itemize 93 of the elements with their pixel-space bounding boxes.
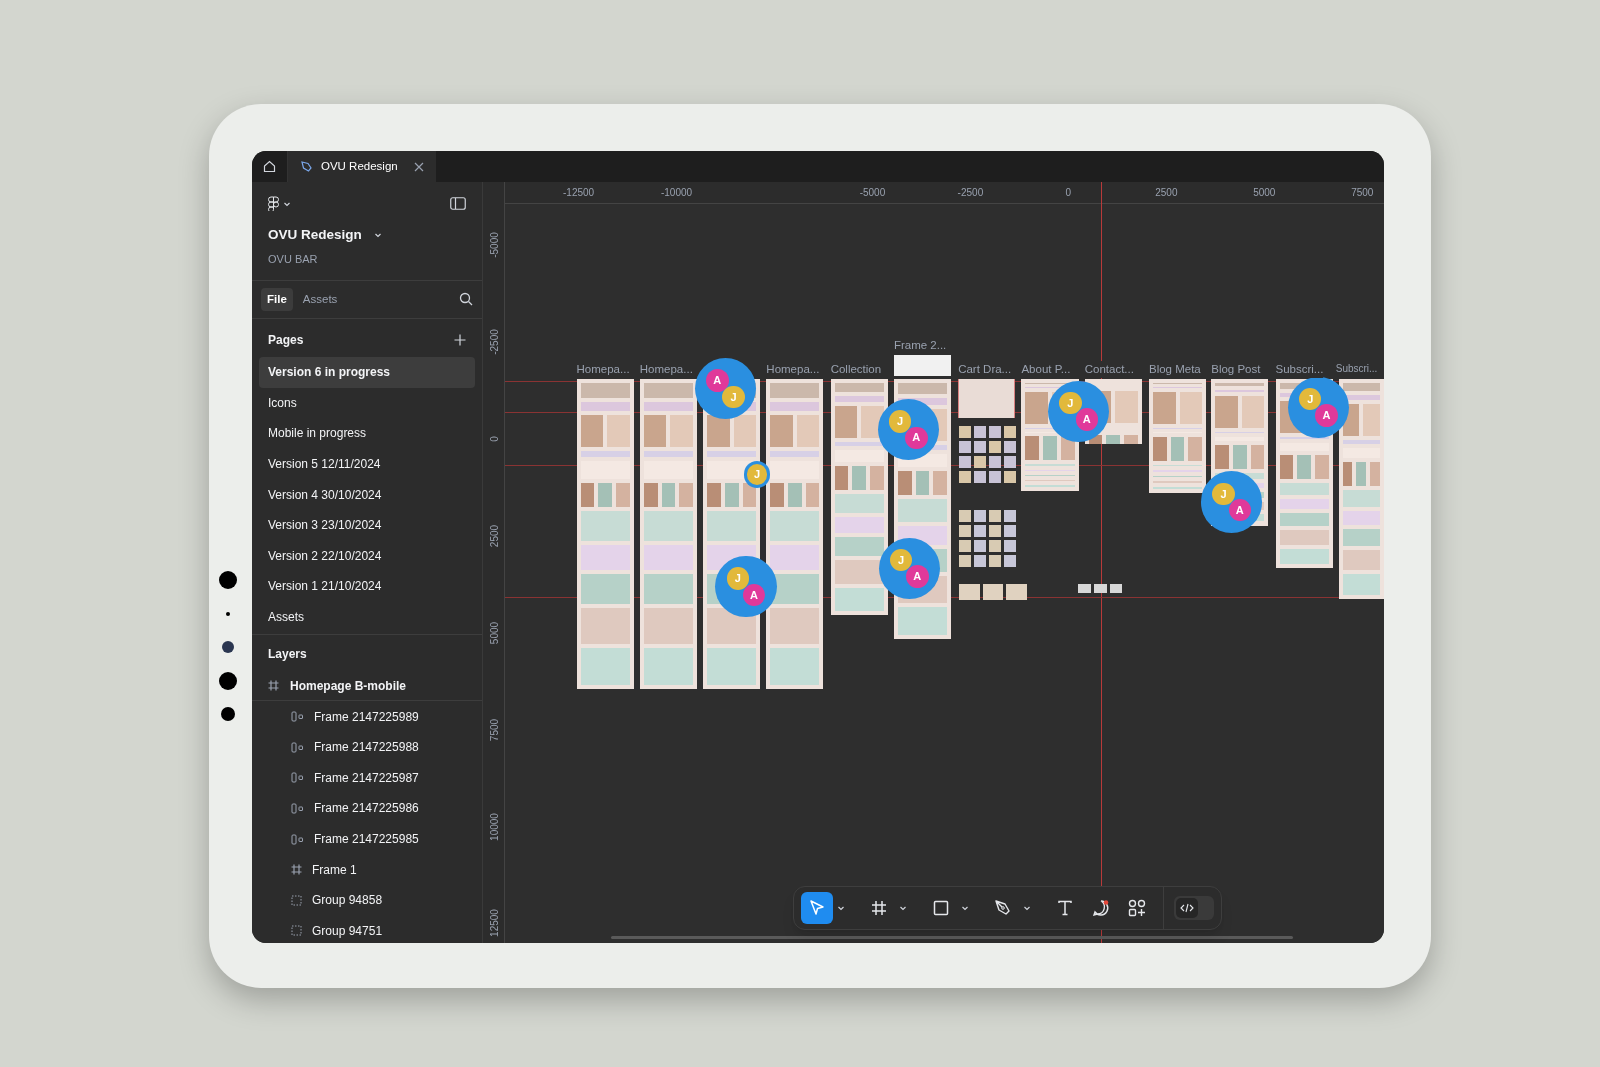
page-item[interactable]: Version 3 23/10/2024 xyxy=(259,509,475,541)
auto-layout-icon xyxy=(291,772,304,784)
page-item[interactable]: Mobile in progress xyxy=(259,418,475,449)
avatar-badge: J xyxy=(726,567,749,590)
avatar-badge: A xyxy=(905,426,928,449)
layer-item[interactable]: Frame 2147225989 xyxy=(252,701,482,732)
auto-layout-icon xyxy=(291,741,304,753)
search-icon[interactable] xyxy=(459,292,473,307)
sidebar-toggle-icon[interactable] xyxy=(450,197,466,210)
cursor-arrow-icon xyxy=(807,898,826,917)
frame-label: Contact... xyxy=(1084,361,1134,379)
frame-icon xyxy=(291,864,302,876)
collaborator-cluster[interactable]: A J xyxy=(694,358,757,420)
ruler-label: -2500 xyxy=(957,186,984,200)
avatar-badge: J xyxy=(888,410,912,433)
logo-icon xyxy=(268,196,279,211)
file-title: OVU Redesign xyxy=(268,226,362,244)
camera-lens xyxy=(222,641,234,653)
ruler-label: 5000 xyxy=(487,620,501,646)
group-icon xyxy=(291,925,302,937)
ruler-label: 10000 xyxy=(487,811,501,843)
section-heading: Layers xyxy=(268,647,307,662)
avatar-badge: A xyxy=(742,583,766,607)
ruler-label: -10000 xyxy=(660,186,693,200)
add-icon[interactable] xyxy=(454,334,466,346)
horizontal-scrollbar[interactable] xyxy=(611,935,1293,939)
ruler-label: 2500 xyxy=(1155,186,1178,200)
ruler-label: -12500 xyxy=(563,186,595,200)
ruler-label: 0 xyxy=(487,435,501,444)
rectangle-icon xyxy=(932,899,949,916)
avatar-badge: J xyxy=(1212,482,1235,506)
tile-row xyxy=(1077,583,1123,593)
sidebar-tab[interactable]: Assets xyxy=(296,287,344,311)
avatar-badge: A xyxy=(1228,498,1251,522)
page-item[interactable]: Version 4 30/10/2024 xyxy=(259,479,475,510)
pen-icon xyxy=(993,898,1012,917)
tab-title: OVU Redesign xyxy=(321,158,398,174)
ruler-label: 12500 xyxy=(487,908,501,940)
ruler-label: 7500 xyxy=(1351,186,1374,200)
document-tab[interactable]: OVU Redesign xyxy=(288,151,436,182)
design-file-icon xyxy=(300,160,313,173)
ruler-label: -5000 xyxy=(859,186,886,200)
section-heading: Pages xyxy=(268,332,304,349)
ruler-label: 5000 xyxy=(1253,186,1276,200)
layer-item[interactable]: Group 94751 xyxy=(252,915,482,943)
frame-thumbnail xyxy=(958,378,1016,419)
tile-grid xyxy=(959,425,1017,483)
ruler-label: -2500 xyxy=(487,328,501,357)
layer-item[interactable]: Homepage B-mobile xyxy=(252,671,482,702)
tile-row xyxy=(959,583,1027,600)
shapes-plus-icon xyxy=(1127,898,1146,917)
ruler-label: 7500 xyxy=(487,717,501,743)
code-icon xyxy=(1179,902,1194,913)
team-name: OVU BAR xyxy=(267,252,319,268)
ruler-label: -5000 xyxy=(487,231,501,260)
chevron-down-icon xyxy=(373,231,382,240)
layer-item[interactable]: Frame 2147225988 xyxy=(252,731,482,763)
text-icon xyxy=(1056,899,1073,916)
avatar-badge: J xyxy=(722,385,745,409)
home-icon xyxy=(263,160,276,173)
frame-thumbnail xyxy=(893,355,952,376)
layer-item[interactable]: Frame 2147225987 xyxy=(252,762,482,794)
page-item[interactable]: Version 6 in progress xyxy=(259,357,475,388)
page-item[interactable]: Version 2 22/10/2024 xyxy=(259,540,475,572)
auto-layout-icon xyxy=(291,833,304,845)
auto-layout-icon xyxy=(291,802,304,814)
frame-icon xyxy=(268,680,279,692)
avatar-badge: J xyxy=(1298,387,1322,411)
layer-item[interactable]: Group 94858 xyxy=(252,884,482,916)
close-icon[interactable] xyxy=(413,161,424,172)
dev-mode-toggle[interactable] xyxy=(1173,895,1214,920)
page-item[interactable]: Assets xyxy=(259,601,475,633)
page-item[interactable]: Version 1 21/10/2024 xyxy=(259,571,475,602)
avatar-badge: A xyxy=(906,565,929,588)
frame-icon xyxy=(870,899,887,916)
avatar-badge: A xyxy=(1315,404,1338,427)
layer-item[interactable]: Frame 2147225986 xyxy=(252,793,482,824)
main-menu-button[interactable] xyxy=(268,196,291,211)
layer-item[interactable]: Frame 1 xyxy=(252,854,482,885)
group-icon xyxy=(291,894,302,906)
avatar-badge: A xyxy=(1075,408,1098,431)
ruler-label: 0 xyxy=(1065,186,1072,200)
avatar-badge: J xyxy=(1059,391,1082,415)
sidebar-tab[interactable]: File xyxy=(261,287,293,311)
avatar-badge: A xyxy=(706,369,729,392)
page-item[interactable]: Version 5 12/11/2024 xyxy=(259,448,475,480)
auto-layout-icon xyxy=(291,711,304,723)
avatar-badge: J xyxy=(889,548,913,572)
tile-grid xyxy=(959,510,1017,568)
page-item[interactable]: Icons xyxy=(259,387,475,419)
tool-button[interactable] xyxy=(800,891,833,924)
ruler-label: 2500 xyxy=(487,523,501,549)
layer-item[interactable]: Frame 2147225985 xyxy=(252,823,482,855)
